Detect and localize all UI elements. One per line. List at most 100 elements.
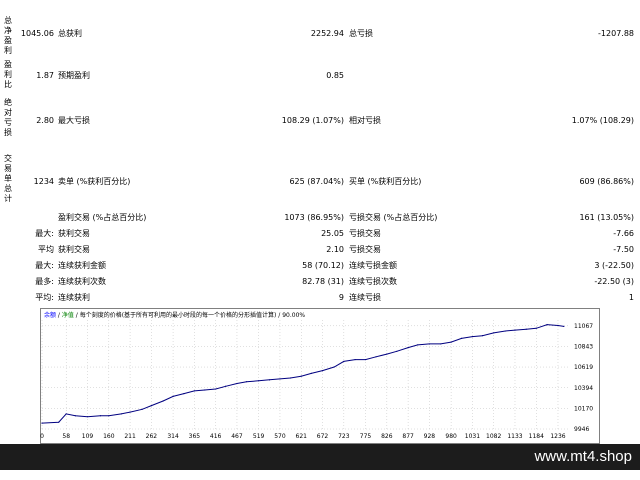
average-consecutive-wins-value: 9: [338, 293, 344, 302]
average-consecutive-wins-label: 连续获利: [58, 293, 90, 302]
x-tick-label: 519: [253, 433, 265, 440]
largest-profit-trade-label: 获利交易: [58, 229, 90, 238]
max-consecutive-wins-count-label: 连续获利次数: [58, 277, 106, 286]
y-tick-label: 9946: [574, 426, 589, 433]
profit-factor-value: 1.87: [36, 71, 54, 80]
balance-point: [74, 415, 76, 417]
average-consecutive-losses-value: 1: [628, 293, 634, 302]
average-consecutive-losses-label: 连续亏损: [349, 293, 381, 302]
chart-header-description: / 每个刻度的价格(基于所有可利用的最小时段的每一个价格的分形插值计算) / 9…: [74, 311, 306, 319]
x-tick-label: 0: [40, 433, 44, 440]
maximum-prefix: 最大:: [35, 261, 54, 270]
x-tick-label: 1184: [529, 433, 544, 440]
balance-point: [460, 337, 463, 340]
balance-chart: 余额 / 净值 / 每个刻度的价格(基于所有可利用的最小时段的每一个价格的分形插…: [40, 308, 600, 444]
side-label-total-trades: 交易单总计: [4, 154, 12, 203]
expected-payoff-value: 0.85: [326, 71, 344, 80]
balance-point: [375, 356, 377, 358]
balance-point: [172, 395, 174, 398]
max-consecutive-losses-count-label: 连续亏损次数: [349, 277, 397, 286]
profit-trades-value: 1073 (86.95%): [284, 213, 344, 222]
balance-point: [546, 324, 548, 326]
maximal-drawdown-label: 最大亏损: [58, 116, 90, 125]
average-loss-trade-value: -7.50: [613, 245, 634, 254]
profit-trades-label: 盈利交易 (%占总百分比): [58, 213, 147, 222]
loss-trades-value: 161 (13.05%): [579, 213, 634, 222]
x-tick-label: 58: [62, 433, 70, 440]
balance-point: [225, 385, 227, 387]
balance-point: [440, 343, 442, 345]
balance-point: [129, 411, 131, 413]
balance-point: [343, 360, 345, 363]
x-tick-label: 672: [317, 433, 329, 440]
balance-point: [86, 416, 89, 418]
balance-point: [354, 358, 356, 361]
short-positions-value: 625 (87.04%): [289, 177, 344, 186]
balance-point: [563, 325, 565, 328]
maximal-drawdown-value: 108.29 (1.07%): [281, 116, 344, 125]
balance-point: [417, 344, 419, 346]
gross-profit-value: 2252.94: [310, 29, 344, 38]
largest-profit-trade-value: 25.05: [321, 229, 344, 238]
balance-point: [557, 324, 559, 327]
x-tick-label: 1031: [465, 433, 480, 440]
y-tick-label: 11067: [574, 323, 593, 330]
watermark-text: www.mt4.shop: [534, 448, 632, 465]
balance-point: [183, 393, 185, 395]
x-tick-label: 467: [231, 433, 243, 440]
balance-point: [193, 390, 195, 392]
y-tick-label: 10843: [574, 343, 593, 350]
balance-point: [514, 329, 516, 331]
x-tick-label: 723: [338, 433, 350, 440]
balance-point: [481, 335, 484, 337]
x-tick-label: 621: [296, 433, 308, 440]
long-positions-label: 买单 (%获利百分比): [349, 177, 422, 186]
balance-point: [396, 350, 398, 352]
average-profit-trade-value: 2.10: [326, 245, 344, 254]
balance-point: [504, 330, 506, 332]
x-tick-label: 365: [189, 433, 201, 440]
x-tick-label: 1236: [550, 433, 565, 440]
balance-point: [65, 413, 67, 415]
side-label-absolute-loss: 绝对亏损: [4, 98, 12, 137]
x-tick-label: 570: [274, 433, 286, 440]
balance-point: [141, 408, 143, 410]
gross-profit-label: 总获利: [58, 29, 82, 38]
max-consecutive-losses-amount-label: 连续亏损金额: [349, 261, 397, 270]
maximal-prefix: 最多:: [35, 277, 54, 286]
y-tick-label: 10394: [574, 385, 593, 392]
balance-point: [268, 379, 271, 381]
average-loss-trade-label: 亏损交易: [349, 245, 381, 254]
max-consecutive-wins-amount-label: 连续获利金额: [58, 261, 106, 270]
x-tick-label: 775: [360, 433, 372, 440]
balance-point: [450, 341, 452, 343]
balance-point: [310, 372, 312, 374]
balance-point: [300, 375, 302, 377]
chart-header-balance: 余额: [44, 311, 56, 319]
balance-point: [428, 343, 431, 345]
max-consecutive-wins-amount-value: 58 (70.12): [302, 261, 344, 270]
expected-payoff-label: 预期盈利: [58, 71, 90, 80]
x-tick-label: 877: [402, 433, 414, 440]
side-label-profit-ratio: 盈利比: [4, 60, 12, 89]
relative-drawdown-label: 相对亏损: [349, 116, 381, 125]
x-tick-label: 928: [424, 433, 436, 440]
average-prefix: 平均: [38, 245, 54, 254]
chart-header: 余额 / 净值 / 每个刻度的价格(基于所有可利用的最小时段的每一个价格的分形插…: [44, 311, 305, 319]
max-consecutive-losses-count-value: -22.50 (3): [594, 277, 634, 286]
balance-point: [279, 378, 281, 380]
balance-point: [386, 353, 388, 355]
balance-point: [364, 358, 367, 361]
balance-point: [162, 400, 164, 402]
absolute-drawdown-value: 2.80: [36, 116, 54, 125]
balance-point: [258, 380, 260, 382]
balance-point: [215, 388, 217, 390]
balance-point: [407, 347, 409, 349]
max-consecutive-wins-count-value: 82.78 (31): [302, 277, 344, 286]
largest-loss-trade-value: -7.66: [613, 229, 634, 238]
largest-loss-trade-label: 亏损交易: [349, 229, 381, 238]
balance-point: [289, 377, 291, 379]
relative-drawdown-value: 1.07% (108.29): [571, 116, 634, 125]
largest-prefix: 最大:: [35, 229, 54, 238]
x-tick-label: 1082: [486, 433, 501, 440]
